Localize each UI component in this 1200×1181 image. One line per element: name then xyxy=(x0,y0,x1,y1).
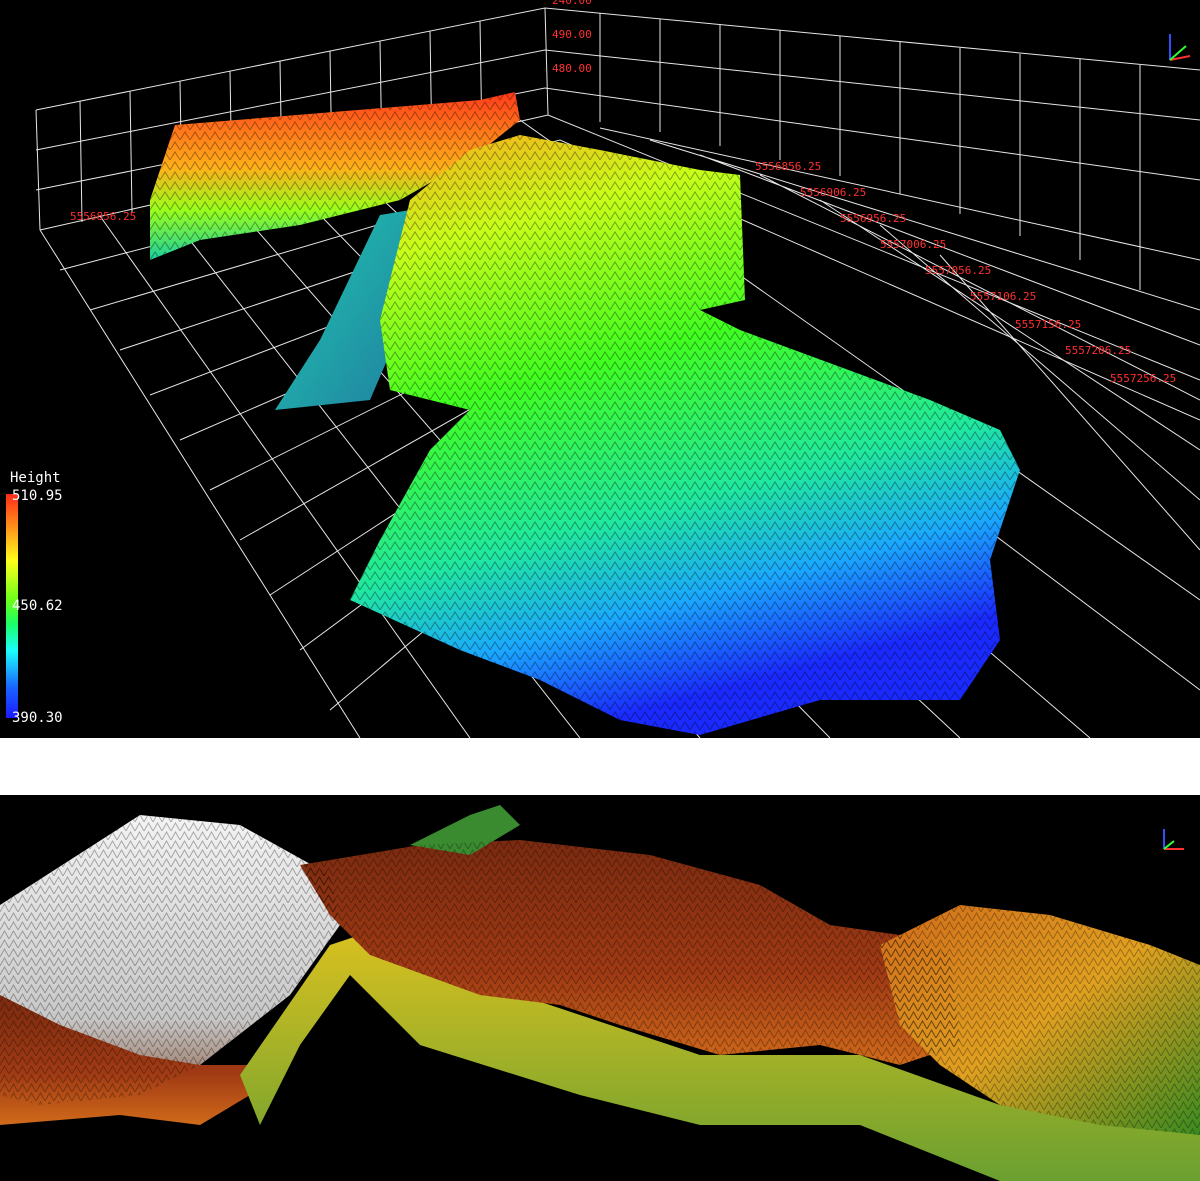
xyz-axis-gizmo-icon[interactable] xyxy=(1156,825,1190,859)
legend-min-value: 390.30 xyxy=(12,710,63,726)
axis-label: 5556856.25 xyxy=(755,160,822,173)
axis-label: 5557206.25 xyxy=(1065,344,1132,357)
legend-title: Height xyxy=(10,470,61,486)
pointcloud-scene-rgb[interactable] xyxy=(0,795,1200,1181)
pointcloud-viewport-height[interactable]: 240.00 490.00 480.00 5556856.25 5556906.… xyxy=(0,0,1200,738)
legend-max-value: 510.95 xyxy=(12,488,63,504)
xyz-axis-gizmo-icon[interactable] xyxy=(1160,28,1200,68)
axis-label: 5557006.25 xyxy=(880,238,947,251)
axis-label: 5557156.25 xyxy=(1015,318,1082,331)
axis-label: 5557056.25 xyxy=(925,264,992,277)
axis-label: 5557256.25 xyxy=(1110,372,1177,385)
height-legend: Height 510.95 450.62 390.30 xyxy=(4,470,114,730)
pointcloud-viewport-rgb[interactable] xyxy=(0,795,1200,1181)
axis-label: 5556956.25 xyxy=(840,212,907,225)
axis-labels-side: 5556856.25 5556906.25 5556956.25 5557006… xyxy=(0,0,1200,738)
legend-mid-value: 450.62 xyxy=(12,598,63,614)
pointcloud-surface-rgb xyxy=(0,805,1200,1181)
axis-label: 5557106.25 xyxy=(970,290,1037,303)
axis-label: 5556906.25 xyxy=(800,186,867,199)
axis-label: 5556856.25 xyxy=(70,210,137,223)
